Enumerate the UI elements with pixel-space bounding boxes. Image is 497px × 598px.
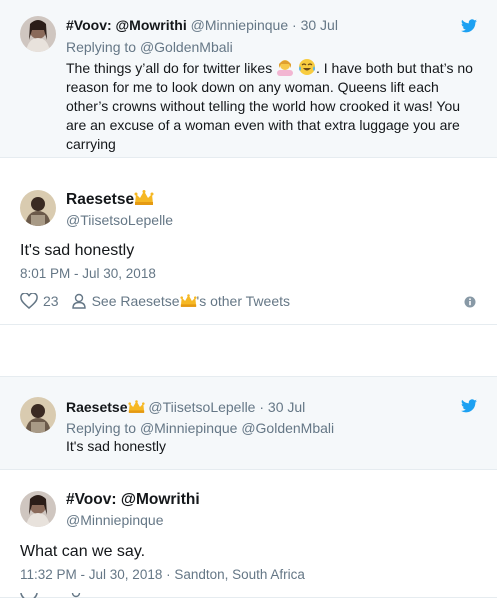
person-icon xyxy=(71,593,81,598)
display-name-text[interactable]: Raesetse xyxy=(66,191,134,208)
info-icon[interactable] xyxy=(464,296,476,308)
tweet-text-part1: The things y’all do for twitter likes xyxy=(66,60,273,76)
tweet-date[interactable]: 30 Jul xyxy=(301,17,338,33)
crown-emoji-icon xyxy=(134,190,154,205)
display-name[interactable]: #Voov: @Mowrithi xyxy=(66,491,200,509)
handle[interactable]: @TiisetsoLepelle xyxy=(66,212,173,228)
like-count[interactable]: 23 xyxy=(43,293,59,309)
crown-emoji-icon xyxy=(179,294,197,307)
tweet-text: It's sad honestly xyxy=(66,438,166,454)
avatar[interactable] xyxy=(20,491,56,527)
tweet-date[interactable]: 30 Jul xyxy=(268,399,305,415)
tweet-text: What can we say. xyxy=(20,543,146,560)
tweet-timestamp[interactable]: 8:01 PM - Jul 30, 2018 xyxy=(20,266,156,281)
tweet-header: Raesetse @TiisetsoLepelle · 30 Jul xyxy=(66,398,305,416)
see-other-suffix[interactable]: 's other Tweets xyxy=(197,293,290,309)
see-other-tweets-link[interactable]: See Raesetse 's other Tweets xyxy=(92,293,290,309)
avatar[interactable] xyxy=(20,190,56,226)
tweet-text: It's sad honestly xyxy=(20,242,135,259)
replying-to: Replying to @GoldenMbali xyxy=(66,38,233,56)
handle[interactable]: @Minniepinque xyxy=(191,17,289,33)
replying-to-link[interactable]: @GoldenMbali xyxy=(140,39,233,55)
tweet-text: The things y’all do for twitter likes . … xyxy=(66,58,478,154)
see-other-prefix[interactable]: See Raesetse xyxy=(92,293,180,309)
tweet-card-voov-main[interactable]: #Voov: @Mowrithi @Minniepinque What can … xyxy=(0,471,497,598)
twitter-bird-icon[interactable] xyxy=(461,19,477,33)
tweet-card-raesetse-reply[interactable]: Raesetse @TiisetsoLepelle · 30 Jul Reply… xyxy=(0,376,497,470)
replying-to-link[interactable]: @Minniepinque @GoldenMbali xyxy=(140,420,334,436)
tweet-card-raesetse-main[interactable]: Raesetse @TiisetsoLepelle It's sad hones… xyxy=(0,168,497,325)
tweet-timestamp[interactable]: 11:32 PM - Jul 30, 2018 · Sandton, South… xyxy=(20,567,305,582)
separator: · xyxy=(292,17,297,33)
separator: · xyxy=(259,399,265,415)
heart-icon[interactable] xyxy=(20,293,38,309)
tweet-actions-partial xyxy=(20,593,84,598)
handle[interactable]: @Minniepinque xyxy=(66,512,164,528)
display-name[interactable]: Raesetse xyxy=(66,190,154,209)
twitter-bird-icon[interactable] xyxy=(461,399,477,413)
avatar[interactable] xyxy=(20,397,56,433)
tweet-header: #Voov: @Mowrithi @Minniepinque · 30 Jul xyxy=(66,16,338,34)
display-name[interactable]: Raesetse xyxy=(66,399,128,415)
replying-prefix: Replying to xyxy=(66,420,137,436)
tweet-card-voov-reply[interactable]: #Voov: @Mowrithi @Minniepinque · 30 Jul … xyxy=(0,0,497,158)
handle[interactable]: @TiisetsoLepelle xyxy=(148,399,255,415)
display-name[interactable]: #Voov: @Mowrithi xyxy=(66,17,187,33)
tweet-actions: 23 See Raesetse 's other Tweets xyxy=(20,293,290,309)
heart-icon[interactable] xyxy=(20,593,38,598)
tears-of-joy-emoji-icon xyxy=(298,59,315,75)
person-icon xyxy=(71,293,86,309)
crown-emoji-icon xyxy=(127,400,145,413)
woman-shrugging-emoji-icon xyxy=(277,60,294,76)
replying-to: Replying to @Minniepinque @GoldenMbali xyxy=(66,419,334,437)
avatar[interactable] xyxy=(20,16,56,52)
replying-prefix: Replying to xyxy=(66,39,137,55)
